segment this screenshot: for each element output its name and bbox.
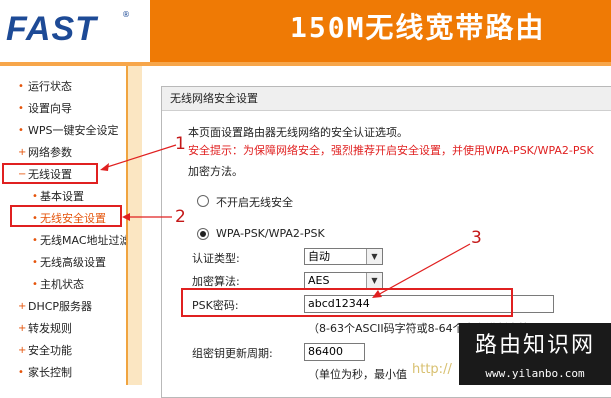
arrow-line-3 (375, 243, 471, 297)
watermark-badge: 路由知识网 www.yilanbo.com (459, 323, 611, 385)
arrow-line-1 (103, 144, 177, 169)
watermark-title: 路由知识网 (474, 333, 595, 358)
arrow-head-2 (122, 213, 130, 221)
arrow-head-1 (100, 163, 109, 171)
annotation-number-1: 1 (175, 134, 186, 154)
annotation-number-2: 2 (175, 207, 186, 227)
annotation-number-3: 3 (471, 228, 482, 248)
watermark-url: www.yilanbo.com (485, 367, 585, 380)
watermark-faint-url: http:// (412, 362, 452, 377)
